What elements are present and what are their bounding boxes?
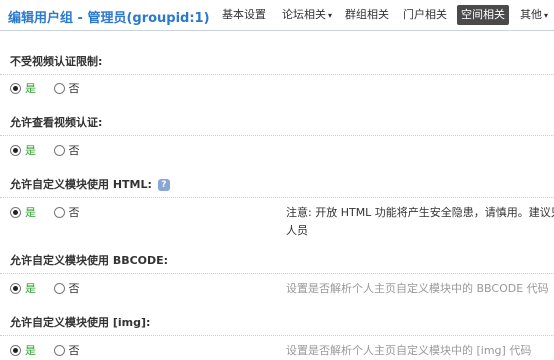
tab-label: 基本设置 (222, 8, 266, 21)
radio-yes[interactable] (10, 344, 21, 356)
tab-label: 空间相关 (461, 8, 505, 21)
setting-description: 设置是否解析个人主页自定义模块中的 [img] 代码 (286, 344, 532, 357)
radio-group: 是 否 (10, 280, 94, 296)
radio-no-label[interactable]: 否 (69, 344, 80, 357)
tab-basic-settings[interactable]: 基本设置 (218, 5, 270, 25)
divider (0, 197, 554, 198)
radio-no[interactable] (53, 344, 65, 356)
divider (0, 74, 554, 75)
radio-no[interactable] (53, 82, 65, 94)
setting-title: 允许查看视频认证: (10, 116, 103, 129)
radio-yes[interactable] (10, 282, 21, 294)
tab-label: 论坛相关 (282, 8, 326, 21)
help-icon[interactable]: ? (157, 179, 170, 191)
radio-yes-label[interactable]: 是 (25, 344, 36, 357)
chevron-down-icon: ▾ (544, 11, 549, 20)
setting-title: 允许自定义模块使用 [img]: (10, 316, 151, 329)
radio-group: 是 否 (10, 342, 94, 358)
tab-forum[interactable]: 论坛相关 ▾ (278, 5, 336, 25)
radio-yes-label[interactable]: 是 (25, 206, 36, 219)
chevron-down-icon: ▾ (328, 11, 333, 20)
setting-title: 允许自定义模块使用 BBCODE: (10, 254, 169, 267)
radio-group: 是 否 (10, 204, 94, 220)
divider (0, 135, 554, 136)
divider (0, 273, 554, 274)
tab-space[interactable]: 空间相关 (457, 5, 509, 25)
radio-no-label[interactable]: 否 (69, 82, 80, 95)
radio-group: 是 否 (10, 142, 94, 158)
radio-yes[interactable] (10, 206, 21, 218)
setting-description: 设置是否解析个人主页自定义模块中的 BBCODE 代码 (286, 282, 549, 295)
setting-title: 允许自定义模块使用 HTML:? (10, 176, 170, 192)
tab-portal[interactable]: 门户相关 (399, 5, 451, 25)
radio-no[interactable] (53, 206, 65, 218)
setting-description: 注意: 开放 HTML 功能将产生安全隐患，请慎用。建议只在 (286, 206, 554, 219)
tab-group[interactable]: 群组相关 (341, 5, 393, 25)
radio-yes[interactable] (10, 144, 21, 156)
radio-group: 是 否 (10, 80, 94, 96)
radio-yes-label[interactable]: 是 (25, 144, 36, 157)
page-title: 编辑用户组 - 管理员(groupid:1) (8, 11, 210, 26)
divider (0, 335, 554, 336)
tab-label: 群组相关 (345, 8, 389, 21)
page-header: 编辑用户组 - 管理员(groupid:1) 基本设置 论坛相关 ▾ 群组相关 门… (0, 0, 554, 31)
setting-title: 不受视频认证限制: (10, 55, 103, 68)
radio-no[interactable] (53, 282, 65, 294)
radio-yes-label[interactable]: 是 (25, 82, 36, 95)
setting-title-text: 允许自定义模块使用 HTML: (10, 178, 152, 191)
radio-yes-label[interactable]: 是 (25, 282, 36, 295)
tab-other[interactable]: 其他 ▾ (516, 5, 552, 25)
tab-label: 门户相关 (403, 8, 447, 21)
radio-yes[interactable] (10, 82, 21, 94)
radio-no-label[interactable]: 否 (69, 282, 80, 295)
radio-no-label[interactable]: 否 (69, 144, 80, 157)
tab-label: 其他 (520, 8, 542, 21)
setting-description: 人员 (286, 224, 308, 237)
radio-no[interactable] (53, 144, 65, 156)
radio-no-label[interactable]: 否 (69, 206, 80, 219)
